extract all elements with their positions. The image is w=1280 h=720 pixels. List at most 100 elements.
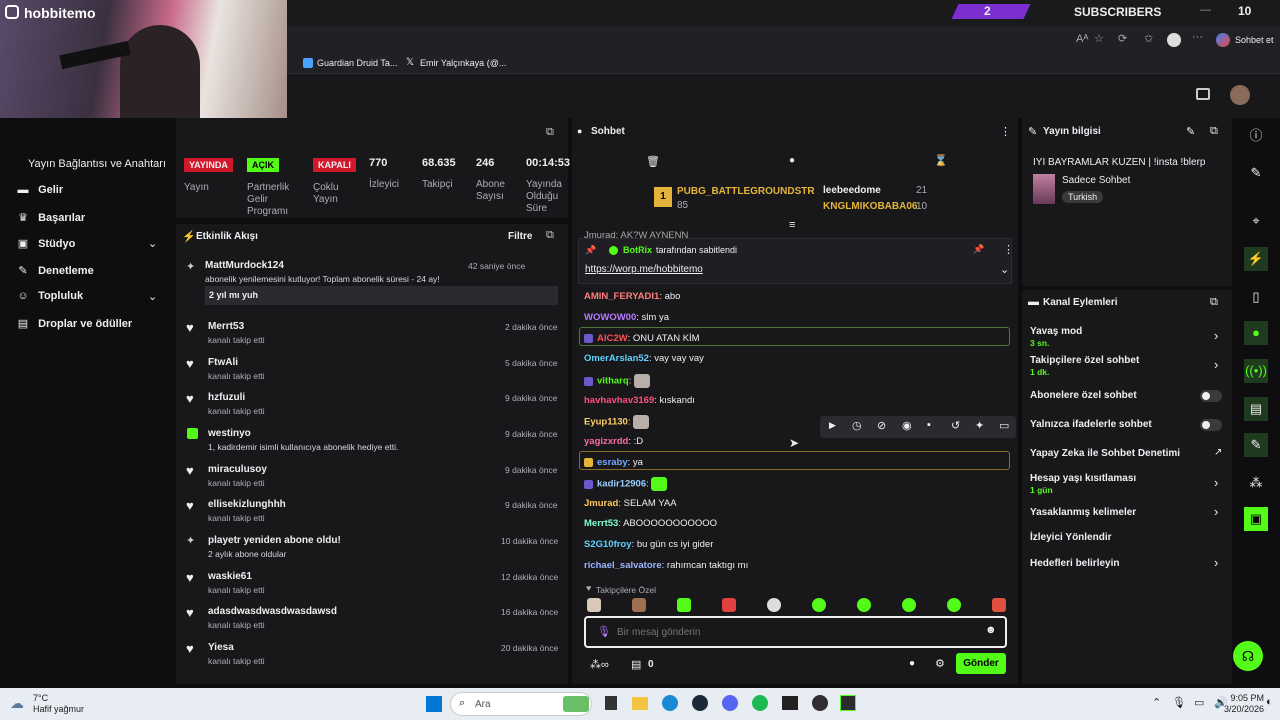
leaderboard-top-name[interactable]: PUBG_BATTLEGROUNDSTR <box>677 186 815 197</box>
sidebar-item-topluluk[interactable]: ☺ Topluluk ⌄ <box>16 290 166 308</box>
support-button[interactable]: ☊ <box>1233 641 1263 671</box>
chevron-down-icon[interactable]: ⌄ <box>1000 263 1009 276</box>
task-view-icon[interactable] <box>605 696 617 710</box>
points-icon[interactable]: ⁂∞ <box>590 658 609 671</box>
chat-username[interactable]: Merrt53 <box>584 518 618 529</box>
feed-username[interactable]: MattMurdock124 <box>205 260 284 271</box>
chat-username[interactable]: richael_salvatore <box>584 560 662 571</box>
notification-icon[interactable]: ◐ <box>1266 696 1273 708</box>
sidebar-item-denetleme[interactable]: ✎ Denetleme <box>16 264 166 282</box>
feed-username[interactable]: Merrt53 <box>208 321 244 332</box>
discord-icon[interactable] <box>722 695 738 711</box>
category-name[interactable]: Sadece Sohbet <box>1062 175 1130 186</box>
chat-username[interactable]: AMIN_FERYADI1 <box>584 291 659 302</box>
steam-icon[interactable] <box>692 695 708 711</box>
unpin-icon[interactable]: 📌 <box>973 244 984 255</box>
feed-username[interactable]: FtwAli <box>208 357 238 368</box>
favorite-star-icon[interactable]: ☆ <box>1094 32 1104 45</box>
sidebar-item-droplar[interactable]: ▤ Droplar ve ödüller <box>16 317 166 335</box>
feed-username[interactable]: Yiesa <box>208 642 234 653</box>
popout-icon[interactable]: ⧉ <box>546 126 554 139</box>
clock-icon[interactable]: ◷ <box>852 419 862 432</box>
video-icon[interactable]: ▣ <box>1244 507 1268 531</box>
profile-icon[interactable] <box>1167 33 1181 47</box>
edge-icon[interactable] <box>662 695 678 711</box>
obs-icon[interactable] <box>812 695 828 711</box>
sidebar-header[interactable]: Yayın Bağlantısı ve Anahtarı <box>28 158 166 170</box>
pin-icon[interactable]: ✦ <box>975 419 984 432</box>
edit-icon[interactable]: ✎ <box>1244 161 1268 185</box>
avatar[interactable] <box>1230 85 1250 105</box>
gift-icon[interactable]: ▤ <box>631 658 641 671</box>
emote-icon[interactable] <box>812 598 826 612</box>
filter-button[interactable]: Filtre <box>508 231 532 242</box>
followers-only-chat-label[interactable]: Takipçilere özel sohbet <box>1030 355 1139 366</box>
delete-icon[interactable]: ▭ <box>999 419 1009 432</box>
chat-username[interactable]: kadir12906 <box>597 479 646 490</box>
terminal-icon[interactable] <box>782 696 798 710</box>
emote-icon[interactable] <box>587 598 601 612</box>
tag-chip[interactable]: Turkish <box>1062 191 1104 203</box>
emoji-icon[interactable]: ☻ <box>985 624 997 636</box>
message-icon[interactable]: ● <box>789 155 795 166</box>
app-icon[interactable] <box>840 695 856 711</box>
document-icon[interactable]: ▯ <box>1244 285 1268 309</box>
edit-icon[interactable]: ✎ <box>1186 125 1195 138</box>
subscribers-only-toggle[interactable] <box>1200 390 1222 402</box>
broadcast-icon[interactable]: ((•)) <box>1244 359 1268 383</box>
bookmark-item[interactable]: Guardian Druid Ta... <box>317 58 397 68</box>
category-thumbnail[interactable] <box>1033 174 1055 204</box>
chat-username[interactable]: WOWOW00 <box>584 312 636 323</box>
feed-username[interactable]: ellisekizlunghhh <box>208 499 286 510</box>
message-icon[interactable]: ● <box>909 658 915 669</box>
chat-username[interactable]: vitharq <box>597 376 629 387</box>
leaderboard-second-name[interactable]: leebeedome <box>823 185 881 196</box>
undo-icon[interactable]: ↺ <box>951 419 960 432</box>
settings-gear-icon[interactable]: ⚙ <box>935 657 945 670</box>
emote-icon[interactable] <box>992 598 1006 612</box>
refresh-icon[interactable]: ⟳ <box>1118 32 1127 45</box>
taskbar-search[interactable]: ⌕ Ara <box>450 692 592 716</box>
share-icon[interactable]: ⁂ <box>1244 471 1268 495</box>
feed-username[interactable]: adasdwasdwasdwasdawsd <box>208 606 337 617</box>
emote-icon[interactable] <box>632 598 646 612</box>
chevron-right-icon[interactable]: › <box>1214 504 1218 519</box>
popout-icon[interactable]: ⧉ <box>1210 296 1218 309</box>
chat-button[interactable]: Sohbet et <box>1235 35 1274 45</box>
chat-username[interactable]: OmerArslan52 <box>584 353 649 364</box>
chat-username[interactable]: Jmurad <box>584 498 618 509</box>
mute-icon[interactable]: ◉ <box>902 419 912 432</box>
banned-words-label[interactable]: Yasaklanmış kelimeler <box>1030 507 1136 518</box>
pinned-more-icon[interactable]: ⋮ <box>1003 243 1014 256</box>
set-goals-label[interactable]: Hedefleri belirleyin <box>1030 558 1119 569</box>
chat-input-box[interactable]: 🎙 ☻ <box>584 616 1007 648</box>
chat-username[interactable]: S2G10froy <box>584 539 632 550</box>
file-explorer-icon[interactable] <box>632 697 648 710</box>
minimize-icon[interactable]: — <box>1200 4 1211 16</box>
clock-date[interactable]: 3/20/2026 <box>1200 704 1264 714</box>
emote-icon[interactable] <box>722 598 736 612</box>
emote-icon[interactable] <box>677 598 691 612</box>
feed-username[interactable]: waskie61 <box>208 571 252 582</box>
chevron-right-icon[interactable]: › <box>1214 555 1218 570</box>
chevron-right-icon[interactable]: › <box>1214 357 1218 372</box>
wrench-icon[interactable]: ✎ <box>1244 433 1268 457</box>
chat-input[interactable] <box>617 623 947 641</box>
tray-chevron-up-icon[interactable]: ⌃ <box>1152 696 1161 709</box>
collapse-icon[interactable]: ≡ <box>789 219 795 231</box>
emote-only-toggle[interactable] <box>1200 419 1222 431</box>
feed-username[interactable]: westinyo <box>208 428 251 439</box>
layout-icon[interactable]: ▤ <box>1244 397 1268 421</box>
chat-username[interactable]: yagizxrdd <box>584 436 628 447</box>
account-age-label[interactable]: Hesap yaşı kısıtlaması <box>1030 473 1136 484</box>
sidebar-item-basarilar[interactable]: ♛ Başarılar <box>16 211 166 229</box>
crop-icon[interactable]: ⌖ <box>1244 209 1268 233</box>
copy-icon[interactable]: ▪ <box>927 419 931 431</box>
external-link-icon[interactable]: ↗ <box>1214 447 1222 458</box>
bookmark-item[interactable]: Emir Yalçınkaya (@... <box>420 58 506 68</box>
emote-icon[interactable] <box>947 598 961 612</box>
hourglass-icon[interactable]: ⌛ <box>934 154 948 167</box>
chevron-right-icon[interactable]: › <box>1214 328 1218 343</box>
emote-icon[interactable] <box>767 598 781 612</box>
leaderboard-third-name[interactable]: KNGLMIKOBABA06 <box>823 201 917 212</box>
